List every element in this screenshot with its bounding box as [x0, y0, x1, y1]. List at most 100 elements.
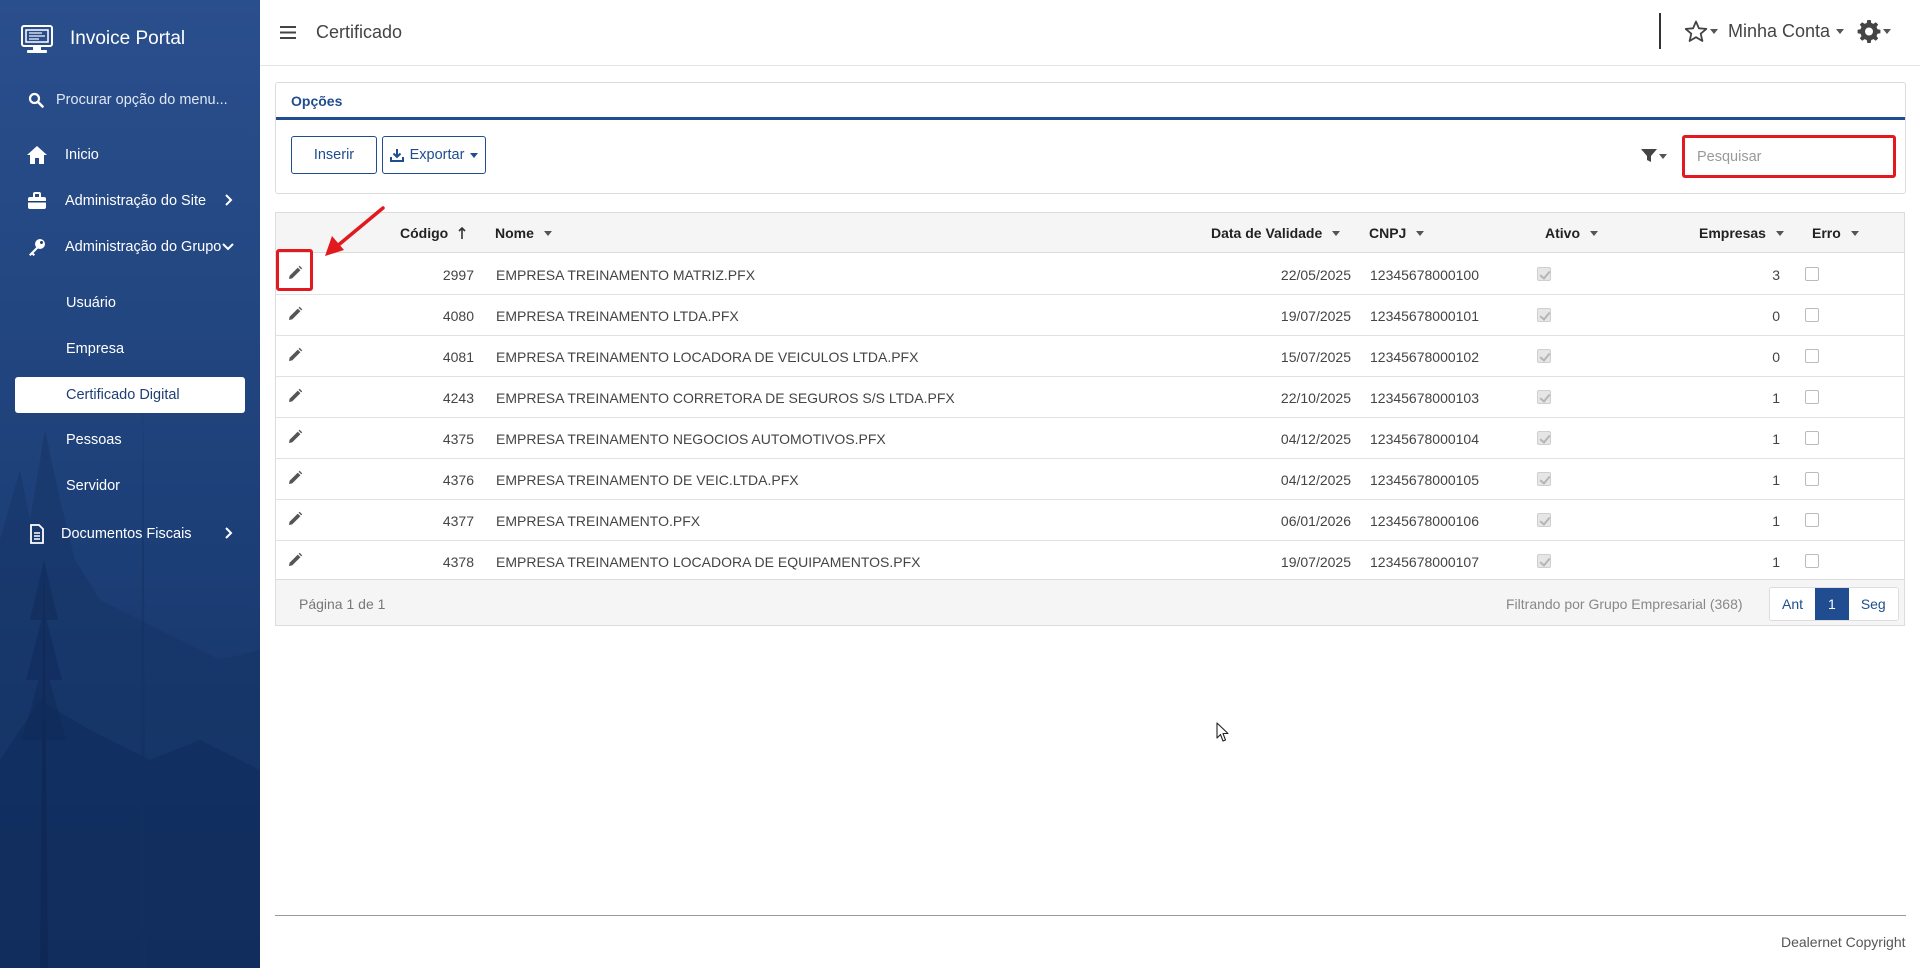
account-menu[interactable]: Minha Conta [1728, 21, 1845, 42]
search-input[interactable] [1685, 138, 1893, 175]
export-button[interactable]: Exportar [382, 136, 486, 174]
filter-icon [1641, 149, 1657, 162]
cell-data-validade: 04/12/2025 [1280, 472, 1351, 488]
table-row: 4081 EMPRESA TREINAMENTO LOCADORA DE VEIC… [276, 336, 1904, 377]
column-header-data-validade[interactable]: Data de Validade [1211, 225, 1341, 241]
cell-codigo: 4377 [442, 513, 474, 529]
table-footer: Página 1 de 1 Filtrando por Grupo Empres… [276, 579, 1904, 625]
star-icon [1684, 20, 1708, 42]
column-header-erro[interactable]: Erro [1812, 225, 1859, 241]
cell-nome: EMPRESA TREINAMENTO MATRIZ.PFX [496, 267, 756, 283]
cell-cnpj: 12345678000105 [1370, 472, 1480, 488]
edit-button-highlight [276, 249, 313, 291]
sidebar: Invoice Portal Procurar opção do menu...… [0, 0, 260, 968]
sidebar-item-inicio[interactable]: Inicio [0, 135, 260, 175]
erro-checkbox[interactable] [1805, 472, 1819, 486]
favorites-button[interactable] [1684, 20, 1718, 43]
cell-nome: EMPRESA TREINAMENTO NEGOCIOS AUTOMOTIVOS… [496, 431, 886, 447]
column-header-codigo[interactable]: Código [400, 225, 466, 241]
erro-checkbox[interactable] [1805, 390, 1819, 404]
cell-cnpj: 12345678000104 [1370, 431, 1480, 447]
ativo-checkbox [1537, 431, 1551, 445]
erro-checkbox[interactable] [1805, 431, 1819, 445]
table-row: 4376 EMPRESA TREINAMENTO DE VEIC.LTDA.PFX… [276, 459, 1904, 500]
table-row: 2997 EMPRESA TREINAMENTO MATRIZ.PFX 22/05/… [276, 254, 1904, 295]
menu-search[interactable]: Procurar opção do menu... [28, 92, 228, 108]
caret-down-icon [1590, 230, 1598, 236]
ativo-checkbox [1537, 390, 1551, 404]
caret-down-icon [1416, 230, 1425, 236]
mouse-cursor-icon [1216, 722, 1229, 742]
sidebar-subitem-servidor[interactable]: Servidor [66, 478, 120, 494]
cell-codigo: 4081 [442, 349, 474, 365]
footer-divider [275, 915, 1906, 916]
sidebar-item-administracao-site[interactable]: Administração do Site [0, 181, 260, 221]
cell-empresas: 1 [1772, 472, 1780, 488]
sidebar-item-administracao-grupo[interactable]: Administração do Grupo [0, 227, 260, 267]
table-row: 4080 EMPRESA TREINAMENTO LTDA.PFX 19/07/20… [276, 295, 1904, 336]
caret-down-icon [1836, 29, 1845, 34]
chevron-down-icon [222, 243, 234, 251]
filter-info: Filtrando por Grupo Empresarial (368) [1506, 596, 1743, 612]
column-header-empresas[interactable]: Empresas [1699, 225, 1784, 241]
table-row: 4375 EMPRESA TREINAMENTO NEGOCIOS AUTOMOT… [276, 418, 1904, 459]
hamburger-menu-icon[interactable] [280, 26, 296, 39]
download-icon [389, 149, 404, 162]
insert-button[interactable]: Inserir [291, 136, 377, 174]
ativo-checkbox [1537, 513, 1551, 527]
column-header-nome[interactable]: Nome [495, 225, 552, 241]
home-icon [25, 143, 49, 167]
erro-checkbox[interactable] [1805, 513, 1819, 527]
caret-down-icon [1659, 153, 1667, 159]
cell-nome: EMPRESA TREINAMENTO LTDA.PFX [496, 308, 739, 324]
erro-checkbox[interactable] [1805, 308, 1819, 322]
edit-pencil-icon[interactable] [287, 306, 303, 327]
cell-empresas: 1 [1772, 554, 1780, 570]
cell-codigo: 4378 [442, 554, 474, 570]
gear-icon [1857, 20, 1881, 43]
column-header-cnpj[interactable]: CNPJ [1369, 225, 1425, 241]
ativo-checkbox [1537, 472, 1551, 486]
options-panel: Opções Inserir Exportar [275, 82, 1906, 194]
top-bar: Certificado Minha Conta [260, 0, 1920, 66]
sidebar-subitem-certificado-digital[interactable]: Certificado Digital [15, 377, 245, 413]
column-label: Código [400, 225, 449, 241]
computer-logo-icon [21, 25, 53, 53]
chevron-right-icon [225, 194, 233, 206]
cell-cnpj: 12345678000102 [1370, 349, 1480, 365]
pagination-prev-button[interactable]: Ant [1770, 588, 1816, 620]
column-label: Erro [1812, 225, 1841, 241]
erro-checkbox[interactable] [1805, 554, 1819, 568]
sidebar-subitem-empresa[interactable]: Empresa [66, 341, 124, 357]
cell-data-validade: 15/07/2025 [1280, 349, 1351, 365]
brand-name: Invoice Portal [70, 28, 186, 49]
cell-nome: EMPRESA TREINAMENTO DE VEIC.LTDA.PFX [496, 472, 799, 488]
caret-down-icon [1850, 230, 1859, 236]
erro-checkbox[interactable] [1805, 267, 1819, 281]
key-icon [25, 235, 49, 259]
settings-button[interactable] [1857, 19, 1891, 43]
header-divider [1659, 13, 1661, 49]
edit-pencil-icon[interactable] [287, 511, 303, 532]
sidebar-item-documentos-fiscais[interactable]: Documentos Fiscais [0, 514, 260, 554]
table-row: 4377 EMPRESA TREINAMENTO.PFX 06/01/2026 123… [276, 500, 1904, 541]
pagination-next-button[interactable]: Seg [1848, 588, 1898, 620]
pagination-page-button[interactable]: 1 [1815, 588, 1849, 620]
certificates-table: Código Nome Data de Validade CNPJ Ativo … [275, 212, 1905, 626]
edit-pencil-icon[interactable] [287, 470, 303, 491]
sidebar-subitem-usuario[interactable]: Usuário [66, 295, 116, 311]
edit-pencil-icon[interactable] [287, 552, 303, 573]
cell-nome: EMPRESA TREINAMENTO LOCADORA DE VEICULOS… [496, 349, 919, 365]
filter-button[interactable] [1641, 149, 1667, 163]
column-header-ativo[interactable]: Ativo [1545, 225, 1598, 241]
erro-checkbox[interactable] [1805, 349, 1819, 363]
edit-pencil-icon[interactable] [287, 388, 303, 409]
cell-empresas: 1 [1772, 513, 1780, 529]
brand[interactable]: Invoice Portal [18, 20, 185, 58]
table-row: 4378 EMPRESA TREINAMENTO LOCADORA DE EQUI… [276, 541, 1904, 582]
sidebar-subitem-pessoas[interactable]: Pessoas [66, 432, 122, 448]
edit-pencil-icon[interactable] [287, 347, 303, 368]
edit-pencil-icon[interactable] [287, 429, 303, 450]
cell-nome: EMPRESA TREINAMENTO CORRETORA DE SEGUROS… [496, 390, 955, 406]
cell-nome: EMPRESA TREINAMENTO.PFX [496, 513, 701, 529]
